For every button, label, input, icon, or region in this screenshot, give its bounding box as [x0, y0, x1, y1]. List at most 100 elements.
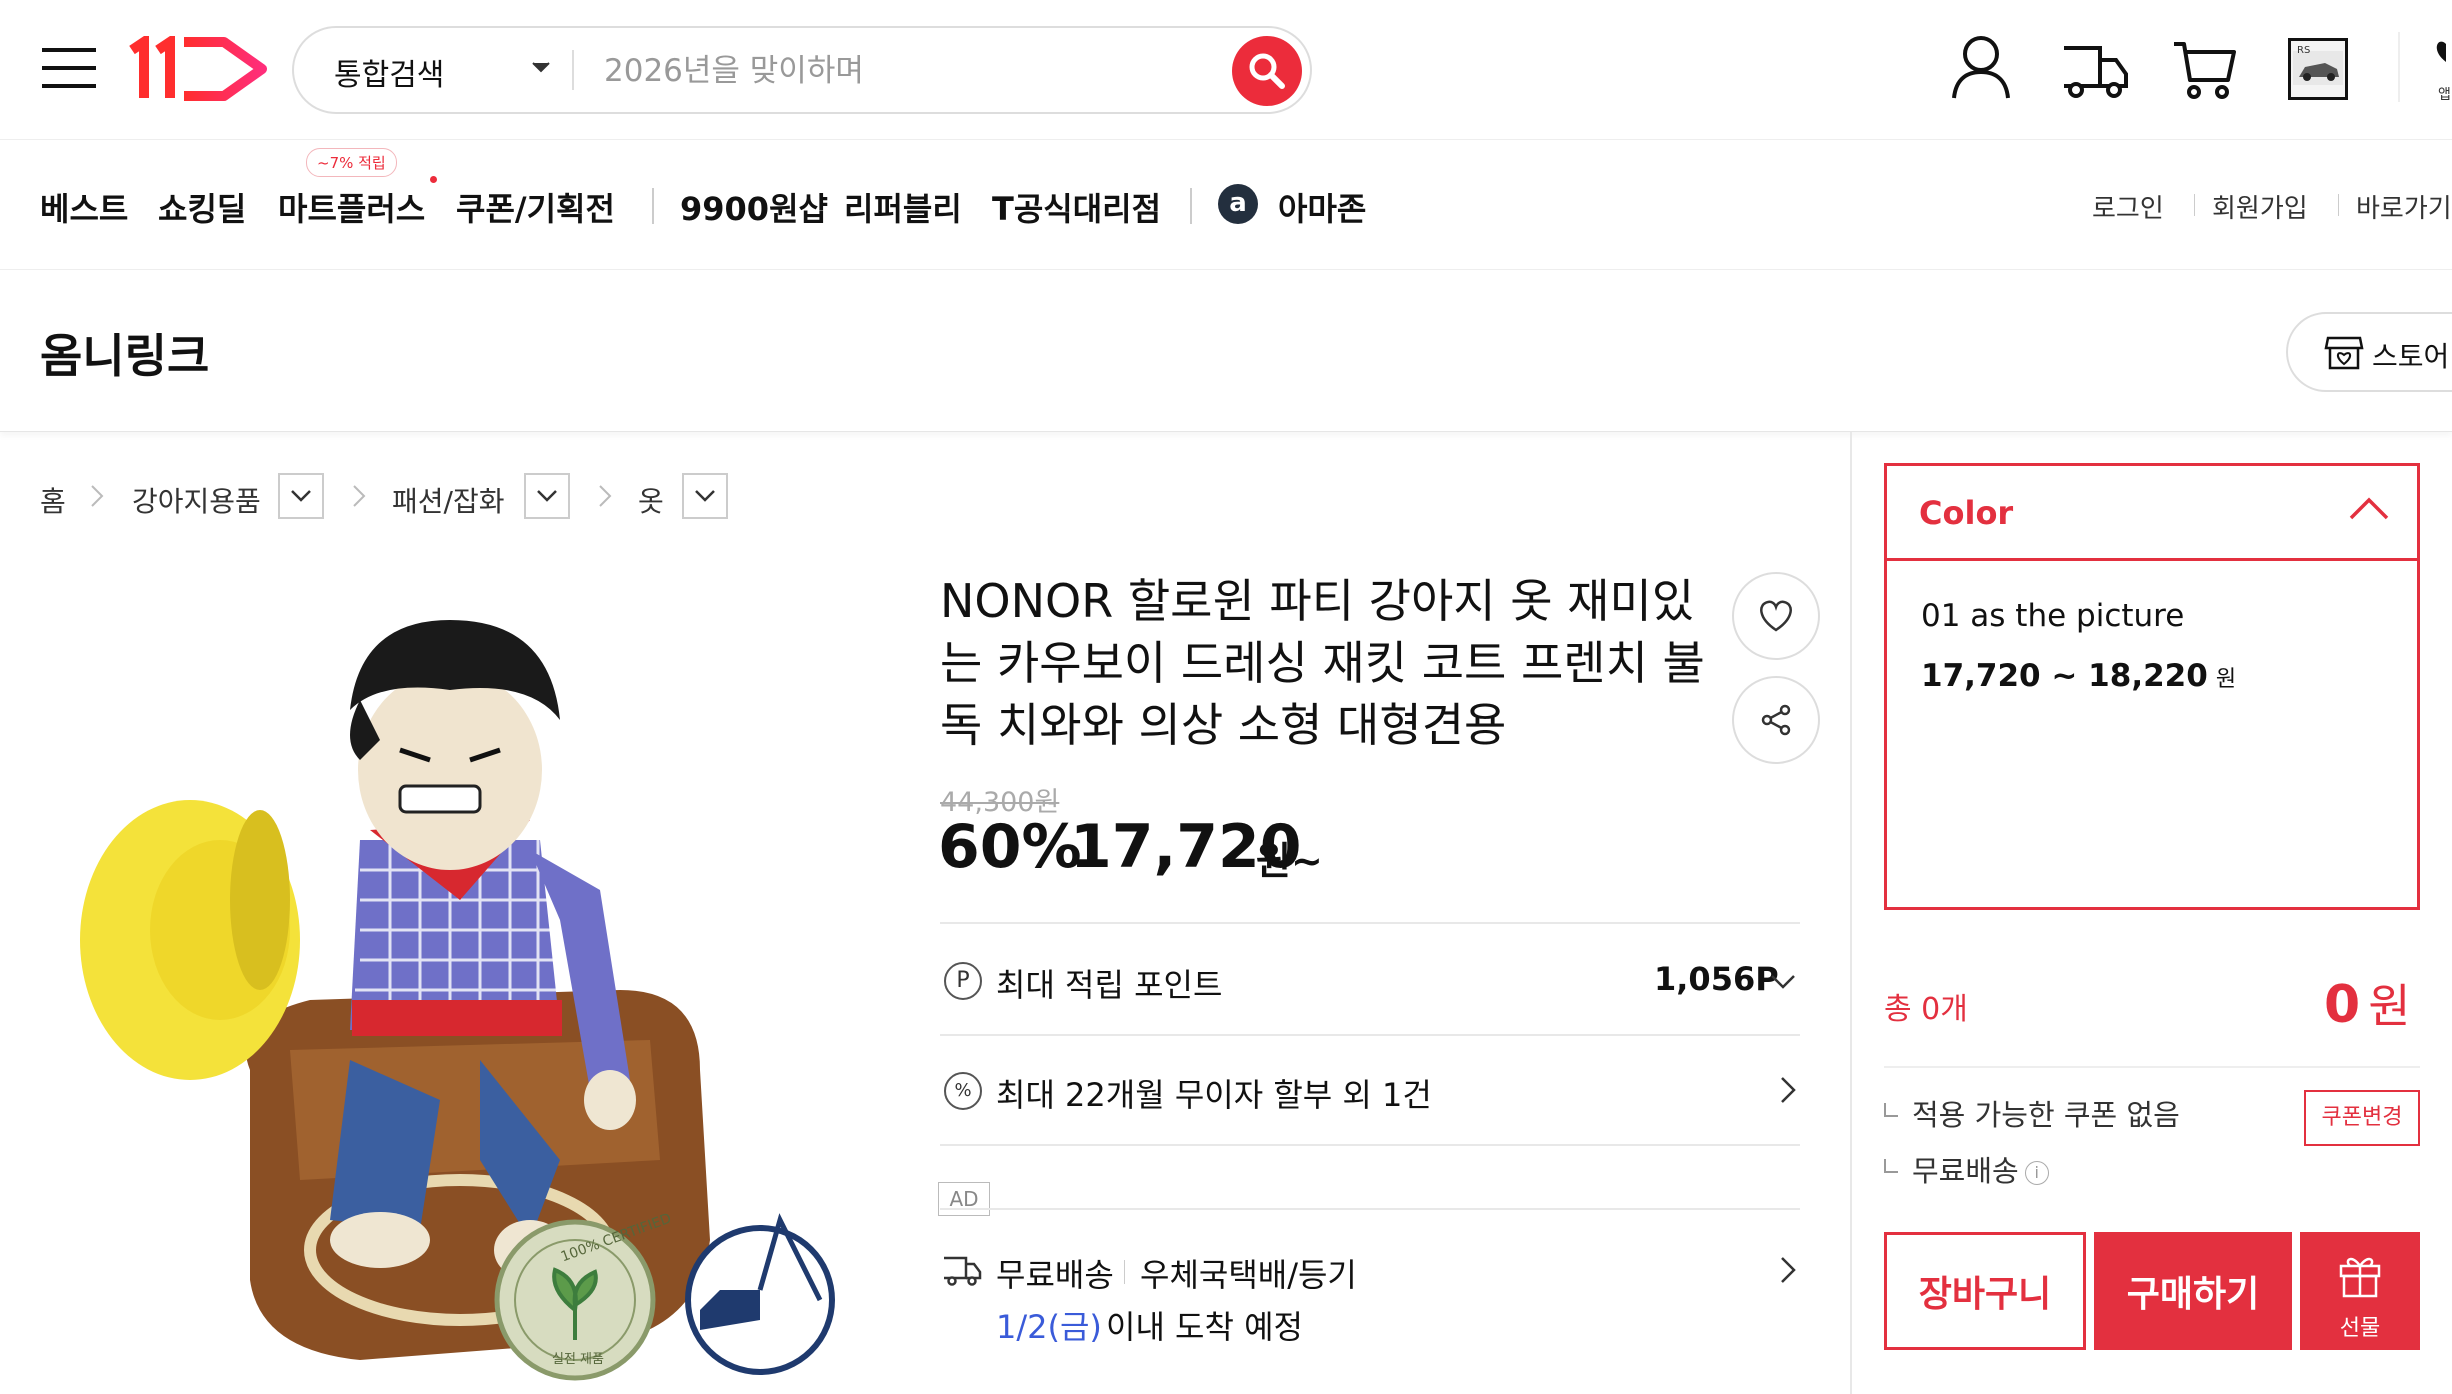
login-link[interactable]: 로그인 [2092, 188, 2164, 225]
new-dot-indicator [430, 176, 437, 183]
nav-item-coupon[interactable]: 쿠폰/기획전 [456, 184, 615, 230]
arrival-text: 이내 도착 예정 [1106, 1308, 1303, 1346]
chevron-down-icon [291, 490, 311, 502]
delivery-truck-icon [942, 1254, 982, 1286]
heart-outline-icon [1760, 600, 1792, 632]
breadcrumb-dropdown[interactable] [682, 473, 728, 519]
util-separator [2338, 194, 2339, 216]
recent-viewed-thumbnail[interactable]: RS [2288, 38, 2348, 100]
chevron-down-icon [695, 490, 715, 502]
amazon-icon: a [1218, 184, 1258, 224]
buy-now-button[interactable]: 구매하기 [2094, 1232, 2292, 1350]
search-icon [1249, 53, 1285, 89]
ad-badge: AD [938, 1182, 990, 1216]
chevron-down-icon[interactable] [1770, 974, 1796, 990]
store-name[interactable]: 옴니링크 [40, 320, 209, 386]
option-title: Color [1919, 494, 2014, 532]
share-button[interactable] [1732, 676, 1820, 764]
top-header: 통합검색 2026년을 맞이하며 RS 앱 [0, 0, 2452, 140]
nav-item-9900[interactable]: 9900원샵 [680, 184, 828, 230]
header-divider [2398, 32, 2400, 102]
heart-icon[interactable] [2436, 34, 2452, 74]
site-logo[interactable] [128, 36, 270, 102]
points-value: 1,056P [1654, 960, 1779, 998]
delivery-truck-icon[interactable] [2060, 40, 2130, 100]
points-row[interactable]: P 최대 적립 포인트 1,056P [940, 960, 1800, 1020]
certified-badge-sub: 실전 제품 [552, 1352, 604, 1367]
nav-separator [1190, 188, 1192, 224]
nav-item-best[interactable]: 베스트 [40, 184, 128, 230]
shipping-carrier: 우체국택배/등기 [1140, 1256, 1357, 1294]
option-box: Color 01 as the picture 17,720 ~ 18,220 원 [1884, 463, 2420, 910]
category-nav: ~7% 적립 베스트 쇼킹딜 마트플러스 쿠폰/기획전 9900원샵 리퍼블리 … [0, 140, 2452, 270]
option-item-name: 01 as the picture [1921, 598, 2185, 634]
option-item[interactable]: 01 as the picture 17,720 ~ 18,220 원 [1887, 564, 2417, 694]
breadcrumb-home[interactable]: 홈 [40, 480, 66, 520]
chevron-right-icon[interactable] [1780, 1076, 1796, 1104]
nav-separator [652, 188, 654, 224]
store-bar: 옴니링크 스토어 [0, 270, 2452, 432]
mart-plus-badge: ~7% 적립 [306, 148, 397, 177]
signup-link[interactable]: 회원가입 [2212, 188, 2308, 225]
product-image[interactable]: 100% CERTIFIED 실전 제품 [60, 600, 880, 1394]
chevron-up-icon[interactable] [2349, 496, 2389, 520]
breadcrumb-clothes[interactable]: 옷 [638, 480, 664, 520]
total-amount: 0원 [2324, 975, 2411, 1035]
search-category-select[interactable]: 통합검색 [334, 50, 444, 94]
chevron-down-icon [537, 490, 557, 502]
point-icon: P [944, 962, 982, 1000]
chevron-right-icon[interactable] [1780, 1256, 1796, 1284]
coupon-line: 적용 가능한 쿠폰 없음 [1884, 1092, 2180, 1134]
option-header[interactable]: Color [1887, 466, 2417, 561]
divider [940, 1144, 1800, 1146]
divider [1884, 1066, 2420, 1068]
nav-item-mart-plus[interactable]: 마트플러스 [278, 184, 425, 230]
search-input[interactable] [604, 44, 1184, 98]
gift-label: 선물 [2339, 1316, 2381, 1341]
nav-item-shocking-deal[interactable]: 쇼킹딜 [158, 184, 246, 230]
discount-rate: 60% [938, 812, 1082, 882]
gift-button[interactable]: 선물 [2300, 1232, 2420, 1350]
svg-text:RS: RS [2297, 45, 2310, 56]
points-label: 최대 적립 포인트 [996, 966, 1223, 1004]
separator [1124, 1260, 1125, 1284]
chevron-right-icon [90, 484, 104, 508]
nav-item-t-store[interactable]: T공식대리점 [992, 184, 1161, 230]
price-unit: 원~ [1256, 839, 1323, 883]
menu-icon[interactable] [42, 46, 96, 90]
percent-icon: % [944, 1072, 982, 1110]
store-button-label: 스토어 [2372, 340, 2450, 373]
gift-icon [2338, 1252, 2382, 1298]
installment-row[interactable]: % 최대 22개월 무이자 할부 외 1건 [940, 1070, 1800, 1130]
app-label[interactable]: 앱 [2438, 84, 2451, 104]
info-icon[interactable]: i [2024, 1161, 2049, 1185]
installment-text: 최대 22개월 무이자 할부 외 1건 [996, 1076, 1432, 1114]
nav-item-republy[interactable]: 리퍼블리 [844, 184, 962, 230]
search-button[interactable] [1232, 36, 1302, 106]
breadcrumb-dropdown[interactable] [278, 473, 324, 519]
shipping-row[interactable]: 무료배송 우체국택배/등기 1/2(금) 이내 도착 예정 [940, 1250, 1800, 1360]
breadcrumb-dog-supplies[interactable]: 강아지용품 [132, 480, 261, 520]
my-account-icon[interactable] [1950, 34, 2012, 100]
arrival-date: 1/2(금) [996, 1308, 1102, 1346]
store-button[interactable]: 스토어 [2286, 312, 2452, 392]
share-icon [1761, 704, 1791, 736]
product-title: NONOR 할로윈 파티 강아지 옷 재미있는 카우보이 드레싱 재킷 코트 프… [940, 574, 1705, 752]
breadcrumb-dropdown[interactable] [524, 473, 570, 519]
nav-item-amazon[interactable]: 아마존 [1278, 184, 1366, 230]
cart-icon[interactable] [2172, 40, 2236, 100]
coupon-change-button[interactable]: 쿠폰변경 [2304, 1090, 2420, 1146]
option-item-price: 17,720 ~ 18,220 원 [1921, 658, 2237, 694]
search-divider [572, 50, 574, 90]
shortcut-link[interactable]: 바로가기 [2356, 188, 2452, 225]
chevron-right-icon [598, 484, 612, 508]
add-to-cart-button[interactable]: 장바구니 [1884, 1232, 2086, 1350]
shipping-line: 무료배송 i [1884, 1148, 2049, 1190]
chevron-down-icon[interactable] [532, 62, 550, 74]
breadcrumb-fashion[interactable]: 패션/잡화 [392, 480, 504, 520]
shipping-free: 무료배송 [996, 1256, 1114, 1294]
store-icon [2324, 334, 2364, 372]
util-separator [2194, 194, 2195, 216]
wishlist-button[interactable] [1732, 572, 1820, 660]
divider [940, 922, 1800, 924]
